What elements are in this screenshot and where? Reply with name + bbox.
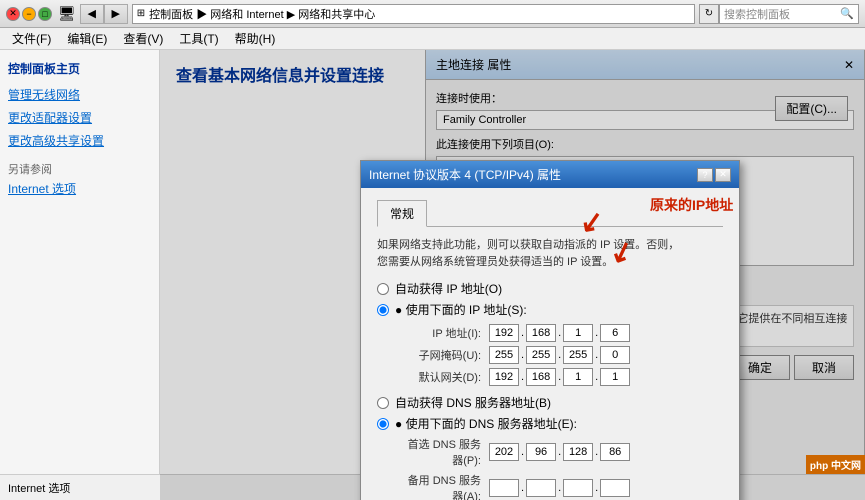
pdns-octet-1[interactable]: 202 [489, 443, 519, 461]
sidebar-link-internet-options[interactable]: Internet 选项 [8, 181, 151, 198]
dialog-title-bar: Internet 协议版本 4 (TCP/IPv4) 属性 ? ✕ [361, 161, 739, 188]
sidebar-see-also: 另请参阅 Internet 选项 [8, 161, 151, 198]
ip-octet-4[interactable]: 6 [600, 324, 630, 342]
subnet-octet-4[interactable]: 0 [600, 346, 630, 364]
main-content: 控制面板主页 管理无线网络 更改适配器设置 更改高级共享设置 另请参阅 Inte… [0, 50, 865, 500]
window-controls[interactable]: ✕ − □ [6, 7, 52, 21]
annotation-text: 原来的IP地址 [650, 195, 733, 215]
gateway-row: 默认网关(D): 192 . 168 . 1 . 1 [377, 368, 723, 386]
adns-octet-3[interactable] [563, 479, 593, 497]
manual-ip-radio[interactable]: ● 使用下面的 IP 地址(S): [377, 301, 723, 318]
manual-dns-radio[interactable]: ● 使用下面的 DNS 服务器地址(E): [377, 415, 723, 432]
minimize-button[interactable]: − [22, 7, 36, 21]
subnet-octet-3[interactable]: 255 [563, 346, 593, 364]
dns-section: 自动获得 DNS 服务器地址(B) ● 使用下面的 DNS 服务器地址(E): … [377, 394, 723, 500]
pdns-octet-2[interactable]: 96 [526, 443, 556, 461]
address-icon: ⊞ [137, 8, 145, 19]
title-bar: ✕ − □ 🖥 ◀ ▶ ⊞ 控制面板 ▶ 网络和 Internet ▶ 网络和共… [0, 0, 865, 28]
sidebar-link-sharing[interactable]: 更改高级共享设置 [8, 133, 151, 150]
ip-octet-1[interactable]: 192 [489, 324, 519, 342]
alternate-dns-label: 备用 DNS 服务器(A): [401, 472, 481, 500]
ip-octet-2[interactable]: 168 [526, 324, 556, 342]
dialog-body: 常规 如果网络支持此功能，则可以获取自动指派的 IP 设置。否则， 您需要从网络… [361, 188, 739, 500]
alternate-dns-row: 备用 DNS 服务器(A): . . . [377, 472, 723, 500]
content-area: 查看基本网络信息并设置连接 主地连接 属性 ✕ 连接时使用： Family Co… [160, 50, 865, 500]
ip-label: IP 地址(I): [401, 325, 481, 341]
dialog-close-button[interactable]: ✕ [715, 168, 731, 182]
status-text: Internet 选项 [8, 480, 70, 496]
subnet-octet-1[interactable]: 255 [489, 346, 519, 364]
sidebar-link-wireless[interactable]: 管理无线网络 [8, 87, 151, 104]
menu-file[interactable]: 文件(F) [4, 28, 59, 49]
subnet-row: 子网掩码(U): 255 . 255 . 255 . 0 [377, 346, 723, 364]
adns-octet-2[interactable] [526, 479, 556, 497]
subnet-input[interactable]: 255 . 255 . 255 . 0 [489, 346, 630, 364]
sidebar-link-adapter[interactable]: 更改适配器设置 [8, 110, 151, 127]
ip-address-row: IP 地址(I): 192 . 168 . 1 . 6 [377, 324, 723, 342]
dialog-description: 如果网络支持此功能，则可以获取自动指派的 IP 设置。否则， 您需要从网络系统管… [377, 237, 723, 270]
menu-bar: 文件(F) 编辑(E) 查看(V) 工具(T) 帮助(H) [0, 28, 865, 50]
adns-octet-1[interactable] [489, 479, 519, 497]
back-button[interactable]: ◀ [80, 4, 104, 24]
ip-octet-3[interactable]: 1 [563, 324, 593, 342]
address-bar[interactable]: ⊞ 控制面板 ▶ 网络和 Internet ▶ 网络和共享中心 [132, 4, 695, 24]
php-logo: php 中文网 [806, 455, 865, 474]
alternate-dns-input[interactable]: . . . [489, 479, 630, 497]
see-also-title: 另请参阅 [8, 161, 151, 177]
menu-tools[interactable]: 工具(T) [171, 28, 226, 49]
ip-input[interactable]: 192 . 168 . 1 . 6 [489, 324, 630, 342]
app-icon: 🖥 [58, 5, 76, 22]
tab-general[interactable]: 常规 [377, 200, 427, 227]
auto-ip-radio[interactable]: 自动获得 IP 地址(O) [377, 280, 723, 297]
gw-octet-3[interactable]: 1 [563, 368, 593, 386]
subnet-label: 子网掩码(U): [401, 347, 481, 363]
menu-help[interactable]: 帮助(H) [227, 28, 284, 49]
preferred-dns-row: 首选 DNS 服务器(P): 202 . 96 . 128 . 86 [377, 436, 723, 468]
address-text: 控制面板 ▶ 网络和 Internet ▶ 网络和共享中心 [149, 6, 375, 22]
search-placeholder: 搜索控制面板 [724, 6, 790, 22]
search-box[interactable]: 搜索控制面板 🔍 [719, 4, 859, 24]
subnet-octet-2[interactable]: 255 [526, 346, 556, 364]
sidebar-title: 控制面板主页 [8, 60, 151, 77]
dialog-title-buttons[interactable]: ? ✕ [697, 168, 731, 182]
gateway-label: 默认网关(D): [401, 369, 481, 385]
gw-octet-1[interactable]: 192 [489, 368, 519, 386]
adns-octet-4[interactable] [600, 479, 630, 497]
pdns-octet-3[interactable]: 128 [563, 443, 593, 461]
preferred-dns-label: 首选 DNS 服务器(P): [401, 436, 481, 468]
menu-edit[interactable]: 编辑(E) [59, 28, 115, 49]
close-button[interactable]: ✕ [6, 7, 20, 21]
maximize-button[interactable]: □ [38, 7, 52, 21]
gw-octet-4[interactable]: 1 [600, 368, 630, 386]
search-icon: 🔍 [840, 7, 854, 20]
menu-view[interactable]: 查看(V) [115, 28, 171, 49]
forward-button[interactable]: ▶ [104, 4, 128, 24]
gw-octet-2[interactable]: 168 [526, 368, 556, 386]
dialog-help-button[interactable]: ? [697, 168, 713, 182]
preferred-dns-input[interactable]: 202 . 96 . 128 . 86 [489, 443, 630, 461]
gateway-input[interactable]: 192 . 168 . 1 . 1 [489, 368, 630, 386]
pdns-octet-4[interactable]: 86 [600, 443, 630, 461]
dialog-title-text: Internet 协议版本 4 (TCP/IPv4) 属性 [369, 166, 561, 183]
auto-dns-radio[interactable]: 自动获得 DNS 服务器地址(B) [377, 394, 723, 411]
refresh-button[interactable]: ↻ [699, 4, 719, 24]
sidebar: 控制面板主页 管理无线网络 更改适配器设置 更改高级共享设置 另请参阅 Inte… [0, 50, 160, 500]
ip-radio-group: 自动获得 IP 地址(O) ● 使用下面的 IP 地址(S): [377, 280, 723, 318]
